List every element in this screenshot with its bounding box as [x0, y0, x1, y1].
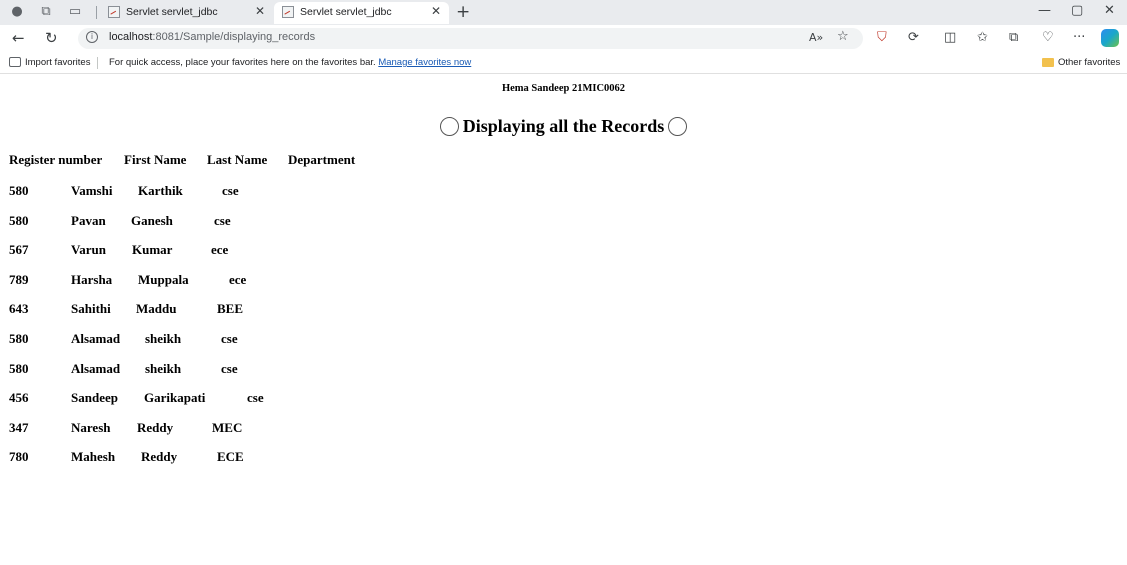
favorites-icon[interactable]: ✩ [977, 30, 988, 46]
collections-icon[interactable]: ⧉ [1009, 30, 1018, 46]
tab-strip-divider [96, 6, 97, 19]
browser-essentials-icon[interactable]: ♡ [1042, 30, 1054, 46]
table-cell: Reddy [141, 449, 178, 465]
profile-icon[interactable]: ● [9, 4, 25, 20]
extensions-icon[interactable]: ⟳ [908, 30, 919, 46]
table-cell: cse [222, 183, 239, 198]
table-cell: Alsamad [71, 331, 121, 346]
star-icon[interactable]: ☆ [837, 29, 849, 44]
table-cell: cse [214, 212, 231, 228]
table-cell: BEE [217, 301, 244, 317]
restore-icon[interactable]: ▢ [1071, 3, 1083, 18]
table-cell: Naresh [71, 419, 111, 435]
tab-strip: ● ⧉ ▭ Servlet servlet_jdbc ✕ Servlet ser… [0, 0, 1127, 25]
page-content: Hema Sandeep 21MIC0062 Displaying all th… [0, 74, 1127, 565]
table-cell: 643 [9, 301, 29, 317]
minimize-icon[interactable]: — [1038, 3, 1051, 18]
table-cell: Ganesh [131, 212, 173, 228]
other-favorites-button[interactable]: Other favorites [1058, 57, 1120, 68]
table-cell: Pavan [71, 212, 106, 228]
split-screen-icon[interactable]: ◫ [944, 30, 956, 46]
tab-2[interactable]: Servlet servlet_jdbc ✕ [274, 2, 449, 24]
tab-1[interactable]: Servlet servlet_jdbc ✕ [100, 2, 273, 24]
page-title: Displaying all the Records [462, 116, 665, 136]
workspaces-icon[interactable]: ⧉ [38, 4, 54, 20]
radio-button-left[interactable] [439, 117, 459, 136]
table-cell: Karthik [138, 183, 183, 198]
column-header-register-number: Register number [9, 152, 103, 167]
table-cell: ece [211, 242, 229, 258]
import-favorites-icon [9, 57, 21, 67]
table-cell: 580 [9, 183, 29, 198]
favorites-hint-text: For quick access, place your favorites h… [109, 57, 376, 68]
address-bar[interactable]: i localhost:8081/Sample/displaying_recor… [78, 28, 863, 49]
table-cell: sheikh [145, 331, 182, 346]
read-aloud-icon[interactable]: A» [809, 31, 823, 44]
tab-title: Servlet servlet_jdbc [300, 6, 392, 18]
url-path: :8081/Sample/displaying_records [152, 31, 316, 43]
extension-shield-icon[interactable]: ⛉ [877, 30, 887, 46]
manage-favorites-link[interactable]: Manage favorites now [378, 57, 471, 68]
favorites-divider [97, 57, 98, 69]
page-favicon-icon [282, 6, 294, 18]
close-tab-icon[interactable]: ✕ [431, 4, 441, 18]
table-cell: Vamshi [71, 183, 113, 198]
table-cell: 580 [9, 360, 29, 376]
table-cell: Sandeep [71, 390, 118, 406]
url-host: localhost [109, 31, 153, 43]
table-cell: Alsamad [71, 360, 121, 376]
table-cell: Reddy [137, 419, 174, 435]
table-cell: 347 [9, 419, 29, 435]
table-cell: Kumar [132, 242, 173, 258]
table-cell: 456 [9, 390, 29, 406]
table-cell: Sahithi [71, 301, 111, 317]
tab-title: Servlet servlet_jdbc [126, 6, 218, 18]
table-cell: 580 [9, 212, 29, 228]
author-heading: Hema Sandeep 21MIC0062 [501, 83, 626, 94]
table-cell: Maddu [136, 301, 177, 317]
url-text[interactable]: localhost:8081/Sample/displaying_records [109, 31, 315, 43]
column-header-first-name: First Name [124, 152, 187, 167]
favorites-hint: For quick access, place your favorites h… [109, 57, 471, 68]
close-window-icon[interactable]: ✕ [1104, 3, 1115, 18]
table-cell: Harsha [71, 271, 113, 287]
back-icon[interactable]: ← [12, 28, 25, 48]
import-favorites-button[interactable]: Import favorites [25, 57, 90, 68]
more-icon[interactable]: ··· [1073, 30, 1085, 46]
table-cell: ece [229, 271, 247, 287]
table-cell: sheikh [145, 360, 182, 376]
table-cell: 780 [9, 449, 29, 465]
table-cell: cse [221, 360, 238, 376]
new-tab-icon[interactable]: + [456, 2, 470, 22]
column-header-department: Department [288, 152, 356, 167]
table-cell: 580 [9, 331, 29, 346]
table-cell: ECE [217, 449, 244, 465]
site-info-icon[interactable]: i [86, 31, 98, 43]
table-cell: 789 [9, 271, 29, 287]
favorites-bar: Import favorites For quick access, place… [0, 52, 1127, 74]
tab-actions-icon[interactable]: ▭ [67, 4, 83, 20]
folder-icon [1042, 58, 1054, 67]
table-cell: MEC [212, 419, 243, 435]
table-cell: Mahesh [71, 449, 116, 465]
table-cell: 567 [9, 242, 29, 258]
page-favicon-icon [108, 6, 120, 18]
table-cell: Varun [71, 242, 106, 258]
table-cell: cse [221, 331, 238, 346]
table-cell: cse [247, 390, 264, 406]
browser-toolbar: ← ↻ i localhost:8081/Sample/displaying_r… [0, 25, 1127, 52]
refresh-icon[interactable]: ↻ [45, 28, 58, 48]
table-cell: Garikapati [144, 390, 206, 406]
column-header-last-name: Last Name [207, 152, 268, 167]
page-title-row: Displaying all the Records [0, 115, 1127, 137]
table-cell: Muppala [138, 271, 189, 287]
copilot-icon[interactable] [1101, 29, 1119, 47]
close-tab-icon[interactable]: ✕ [255, 4, 265, 18]
radio-button-right[interactable] [668, 117, 688, 136]
